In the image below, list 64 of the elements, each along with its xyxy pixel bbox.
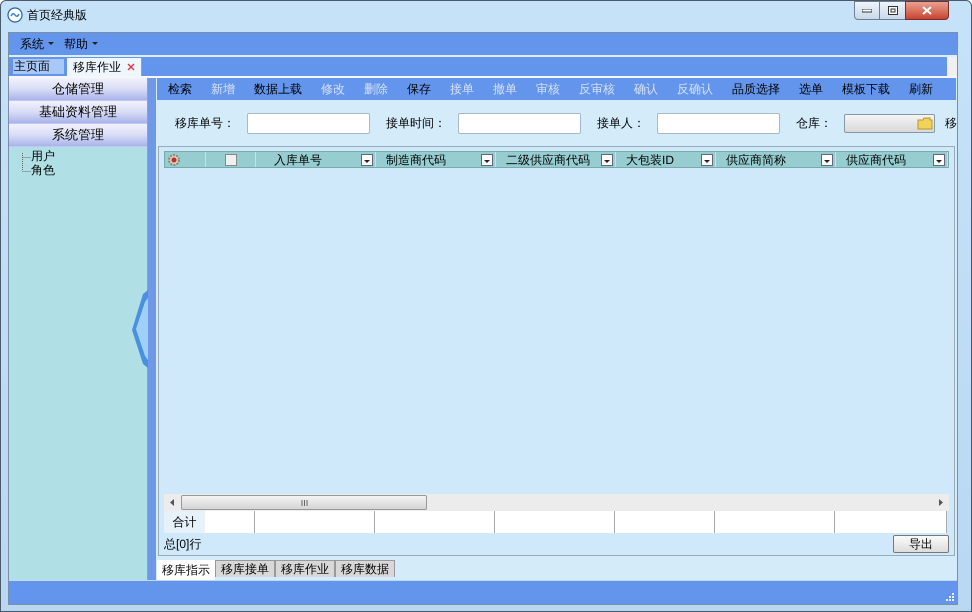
column-header[interactable]: 供应商代码 bbox=[846, 152, 906, 167]
page-tab[interactable]: 移库作业 bbox=[67, 58, 142, 76]
maximize-icon bbox=[888, 6, 898, 15]
close-icon bbox=[922, 6, 932, 15]
folder-icon[interactable] bbox=[917, 116, 933, 130]
sum-cell bbox=[205, 511, 255, 533]
menu-item[interactable]: 帮助 bbox=[63, 35, 99, 53]
app-logo-icon bbox=[7, 7, 23, 23]
toolbar-button[interactable]: 检索 bbox=[160, 83, 200, 95]
minimize-icon bbox=[862, 8, 872, 12]
bottom-tab[interactable]: 移库指示 bbox=[157, 560, 215, 580]
filter-dropdown-icon[interactable] bbox=[361, 154, 373, 166]
tree-item[interactable]: 用户 bbox=[31, 150, 55, 162]
close-button[interactable] bbox=[905, 1, 949, 20]
tree-item[interactable]: 角色 bbox=[31, 164, 55, 176]
maximize-button[interactable] bbox=[880, 1, 905, 20]
toolbar-button[interactable]: 刷新 bbox=[901, 83, 941, 95]
filter-dropdown-icon[interactable] bbox=[821, 154, 833, 166]
filter-dropdown-icon[interactable] bbox=[481, 154, 493, 166]
column-header[interactable]: 制造商代码 bbox=[386, 152, 446, 167]
toolbar-button[interactable]: 保存 bbox=[399, 83, 439, 95]
field-label: 移库单号： bbox=[175, 115, 235, 132]
field-label: 移 bbox=[945, 115, 957, 132]
window-title: 首页经典版 bbox=[27, 7, 87, 24]
toolbar-button[interactable]: 数据上载 bbox=[246, 83, 310, 95]
sidebar-section[interactable]: 基础资料管理 bbox=[9, 101, 147, 124]
column-header[interactable]: 二级供应商代码 bbox=[506, 152, 590, 167]
bottom-tab[interactable]: 移库数据 bbox=[335, 560, 395, 577]
toolbar-button[interactable]: 模板下载 bbox=[834, 83, 898, 95]
row-count-text: 总[0]行 bbox=[164, 536, 202, 553]
warehouse-combo[interactable] bbox=[844, 114, 935, 132]
menu-item[interactable]: 系统 bbox=[19, 35, 55, 53]
caret-icon bbox=[48, 42, 54, 46]
input-field[interactable] bbox=[458, 112, 581, 134]
close-tab-icon[interactable] bbox=[127, 63, 135, 71]
minimize-button[interactable] bbox=[854, 1, 880, 20]
toolbar-button[interactable]: 品质选择 bbox=[724, 83, 788, 95]
settings-icon[interactable] bbox=[167, 152, 181, 166]
collapse-arrow-icon[interactable] bbox=[131, 290, 148, 368]
field-label: 仓库： bbox=[796, 115, 832, 132]
caret-icon bbox=[92, 42, 98, 46]
select-all-checkbox[interactable] bbox=[224, 154, 236, 166]
page-tab[interactable]: 主页面 bbox=[13, 59, 64, 74]
field-label: 接单时间： bbox=[386, 115, 446, 132]
bottom-tab[interactable]: 移库作业 bbox=[275, 560, 335, 577]
filter-dropdown-icon[interactable] bbox=[701, 154, 713, 166]
scrollbar-thumb[interactable] bbox=[181, 495, 427, 510]
column-header[interactable]: 大包装ID bbox=[626, 152, 674, 167]
sum-label: 合计 bbox=[164, 511, 205, 533]
input-field[interactable] bbox=[247, 112, 370, 134]
column-header[interactable]: 入库单号 bbox=[266, 152, 322, 167]
field-label: 接单人： bbox=[597, 115, 645, 132]
toolbar-button[interactable]: 选单 bbox=[791, 83, 831, 95]
bottom-tab[interactable]: 移库接单 bbox=[215, 560, 275, 577]
filter-dropdown-icon[interactable] bbox=[601, 154, 613, 166]
sidebar-section[interactable]: 系统管理 bbox=[9, 124, 147, 147]
column-header[interactable]: 供应商简称 bbox=[726, 152, 786, 167]
filter-dropdown-icon[interactable] bbox=[933, 154, 945, 166]
export-button[interactable]: 导出 bbox=[893, 535, 949, 553]
sidebar-section[interactable]: 仓储管理 bbox=[9, 78, 147, 101]
resize-grip-icon[interactable] bbox=[946, 593, 955, 602]
input-field[interactable] bbox=[657, 112, 780, 134]
horizontal-scrollbar[interactable] bbox=[164, 494, 949, 511]
grip-icon bbox=[300, 500, 308, 506]
